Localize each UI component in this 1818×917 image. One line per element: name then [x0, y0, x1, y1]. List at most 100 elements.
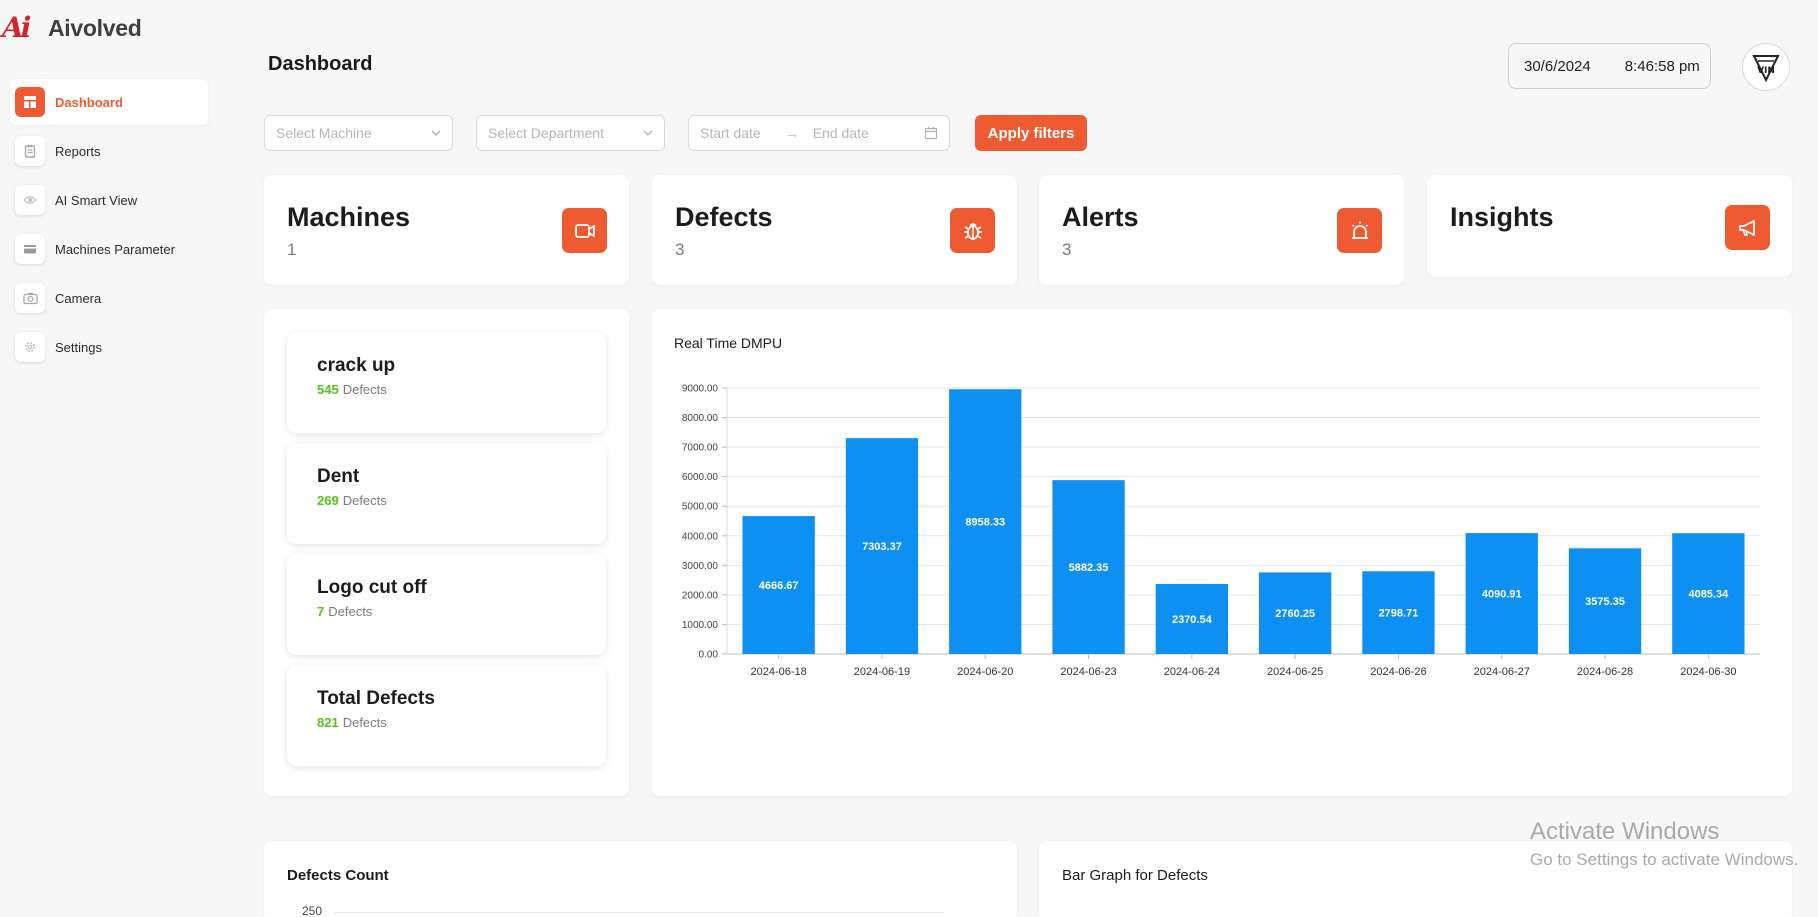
sidebar-item-machines-parameter[interactable]: Machines Parameter [10, 226, 208, 272]
x-tick-label: 2024-06-20 [957, 666, 1013, 678]
y-tick-label: 8000.00 [682, 413, 719, 424]
brand-logo: Ai [0, 11, 34, 45]
watermark-line-1: Activate Windows [1530, 818, 1720, 845]
defect-name: Dent [317, 466, 360, 487]
department-select[interactable]: Select Department [476, 115, 665, 151]
sidebar-item-label: AI Smart View [55, 192, 138, 208]
defects-count-panel: Defects Count 250 [264, 841, 1017, 917]
defect-count: 821 Defects [317, 715, 387, 730]
y-tick-label: 1000.00 [682, 620, 719, 631]
x-tick-label: 2024-06-26 [1370, 666, 1426, 678]
calendar-icon [924, 127, 938, 140]
gear-icon [15, 332, 45, 362]
panel-title: Defects Count [287, 867, 389, 884]
sidebar-item-reports[interactable]: Reports [10, 128, 208, 174]
x-tick-label: 2024-06-24 [1164, 666, 1220, 678]
avatar-logo-icon: VIN [1752, 55, 1780, 83]
megaphone-icon [1725, 205, 1770, 250]
defect-count-unit: Defects [342, 715, 387, 730]
current-date: 30/6/2024 [1524, 57, 1591, 75]
windows-activation-watermark: Activate Windows Go to Settings to activ… [1530, 818, 1798, 870]
end-date-input[interactable]: End date [813, 125, 869, 141]
bar-value-label: 2370.54 [1172, 614, 1213, 626]
bar-value-label: 7303.37 [862, 541, 902, 553]
start-date-input[interactable]: Start date [700, 125, 761, 141]
eye-icon [15, 185, 45, 215]
gridline [334, 912, 944, 913]
defect-count: 7 Defects [317, 604, 372, 619]
defect-count: 545 Defects [317, 382, 387, 397]
defect-name: Total Defects [317, 688, 435, 709]
y-tick-label: 9000.00 [682, 384, 719, 395]
stat-card-alerts[interactable]: Alerts 3 [1039, 175, 1404, 285]
sidebar-item-label: Reports [55, 143, 101, 159]
apply-filters-button[interactable]: Apply filters [975, 115, 1087, 151]
defect-card-total[interactable]: Total Defects 821 Defects [287, 665, 606, 766]
bar-value-label: 2760.25 [1275, 608, 1315, 620]
bar-value-label: 4085.34 [1688, 589, 1729, 601]
current-time: 8:46:58 pm [1624, 57, 1700, 75]
defect-card[interactable]: Logo cut off 7 Defects [287, 554, 606, 655]
bar-value-label: 2798.71 [1379, 608, 1419, 620]
brand-logo-text: Ai [2, 11, 31, 44]
sidebar: Ai Aivolved Dashboard Reports AI Smart V… [0, 0, 215, 917]
bar-value-label: 3575.35 [1585, 596, 1625, 608]
sidebar-item-dashboard[interactable]: Dashboard [10, 79, 208, 125]
x-tick-label: 2024-06-30 [1680, 666, 1736, 678]
bar-value-label: 5882.35 [1069, 562, 1109, 574]
video-camera-icon [562, 208, 607, 253]
y-tick-label: 2000.00 [682, 590, 719, 601]
defect-name: Logo cut off [317, 577, 427, 598]
avatar-text: VIN [1757, 66, 1775, 76]
machine-select-placeholder: Select Machine [276, 125, 372, 141]
y-tick-label: 4000.00 [682, 531, 719, 542]
defect-card[interactable]: crack up 545 Defects [287, 332, 606, 433]
sidebar-nav: Dashboard Reports AI Smart View Machines… [10, 79, 208, 373]
brand-name: Aivolved [48, 14, 142, 41]
avatar[interactable]: VIN [1742, 43, 1790, 91]
defect-count-unit: Defects [342, 382, 387, 397]
bug-icon [950, 208, 995, 253]
sidebar-item-label: Dashboard [55, 94, 123, 110]
y-tick-label: 5000.00 [682, 502, 719, 513]
y-tick-label: 6000.00 [682, 472, 719, 483]
defect-count-unit: Defects [328, 604, 373, 619]
defect-count-unit: Defects [342, 493, 387, 508]
stat-card-machines[interactable]: Machines 1 [264, 175, 629, 285]
stat-title: Machines [287, 202, 411, 232]
stat-card-insights[interactable]: Insights [1427, 175, 1792, 277]
dmpu-bar-chart: 0.00 1000.00 2000.00 3000.00 4000.00 5000.00 6… [682, 384, 1760, 678]
defect-count-number: 269 [317, 493, 339, 508]
machine-select[interactable]: Select Machine [264, 115, 453, 151]
sidebar-item-label: Settings [55, 339, 102, 355]
watermark-line-2: Go to Settings to activate Windows. [1530, 850, 1799, 869]
bar-value-label: 4090.91 [1482, 589, 1522, 601]
sidebar-item-settings[interactable]: Settings [10, 324, 208, 370]
y-tick-label: 0.00 [699, 650, 719, 661]
date-range-picker[interactable]: Start date → End date [688, 115, 950, 151]
sidebar-item-camera[interactable]: Camera [10, 275, 208, 321]
panel-title: Bar Graph for Defects [1062, 867, 1208, 884]
y-tick-label: 250 [302, 904, 323, 917]
sidebar-item-ai-smart-view[interactable]: AI Smart View [10, 177, 208, 223]
alarm-icon [1337, 208, 1382, 253]
camera-icon [15, 283, 45, 313]
x-tick-label: 2024-06-25 [1267, 666, 1323, 678]
chevron-down-icon [643, 130, 653, 136]
stat-card-defects[interactable]: Defects 3 [652, 175, 1017, 285]
x-tick-label: 2024-06-27 [1474, 666, 1530, 678]
sidebar-item-label: Camera [55, 290, 102, 306]
defect-count-number: 545 [317, 382, 339, 397]
defect-card[interactable]: Dent 269 Defects [287, 443, 606, 544]
defect-count-number: 821 [317, 715, 339, 730]
y-tick-label: 7000.00 [682, 443, 719, 454]
x-tick-label: 2024-06-18 [751, 666, 807, 678]
brand[interactable]: Ai Aivolved [0, 10, 142, 46]
stat-value: 1 [287, 240, 297, 259]
x-tick-label: 2024-06-28 [1577, 666, 1633, 678]
dashboard-icon [15, 87, 45, 117]
datetime-display: 30/6/2024 8:46:58 pm [1508, 43, 1711, 89]
x-tick-label: 2024-06-19 [854, 666, 910, 678]
stat-value: 3 [1062, 240, 1072, 259]
card-icon [15, 234, 45, 264]
